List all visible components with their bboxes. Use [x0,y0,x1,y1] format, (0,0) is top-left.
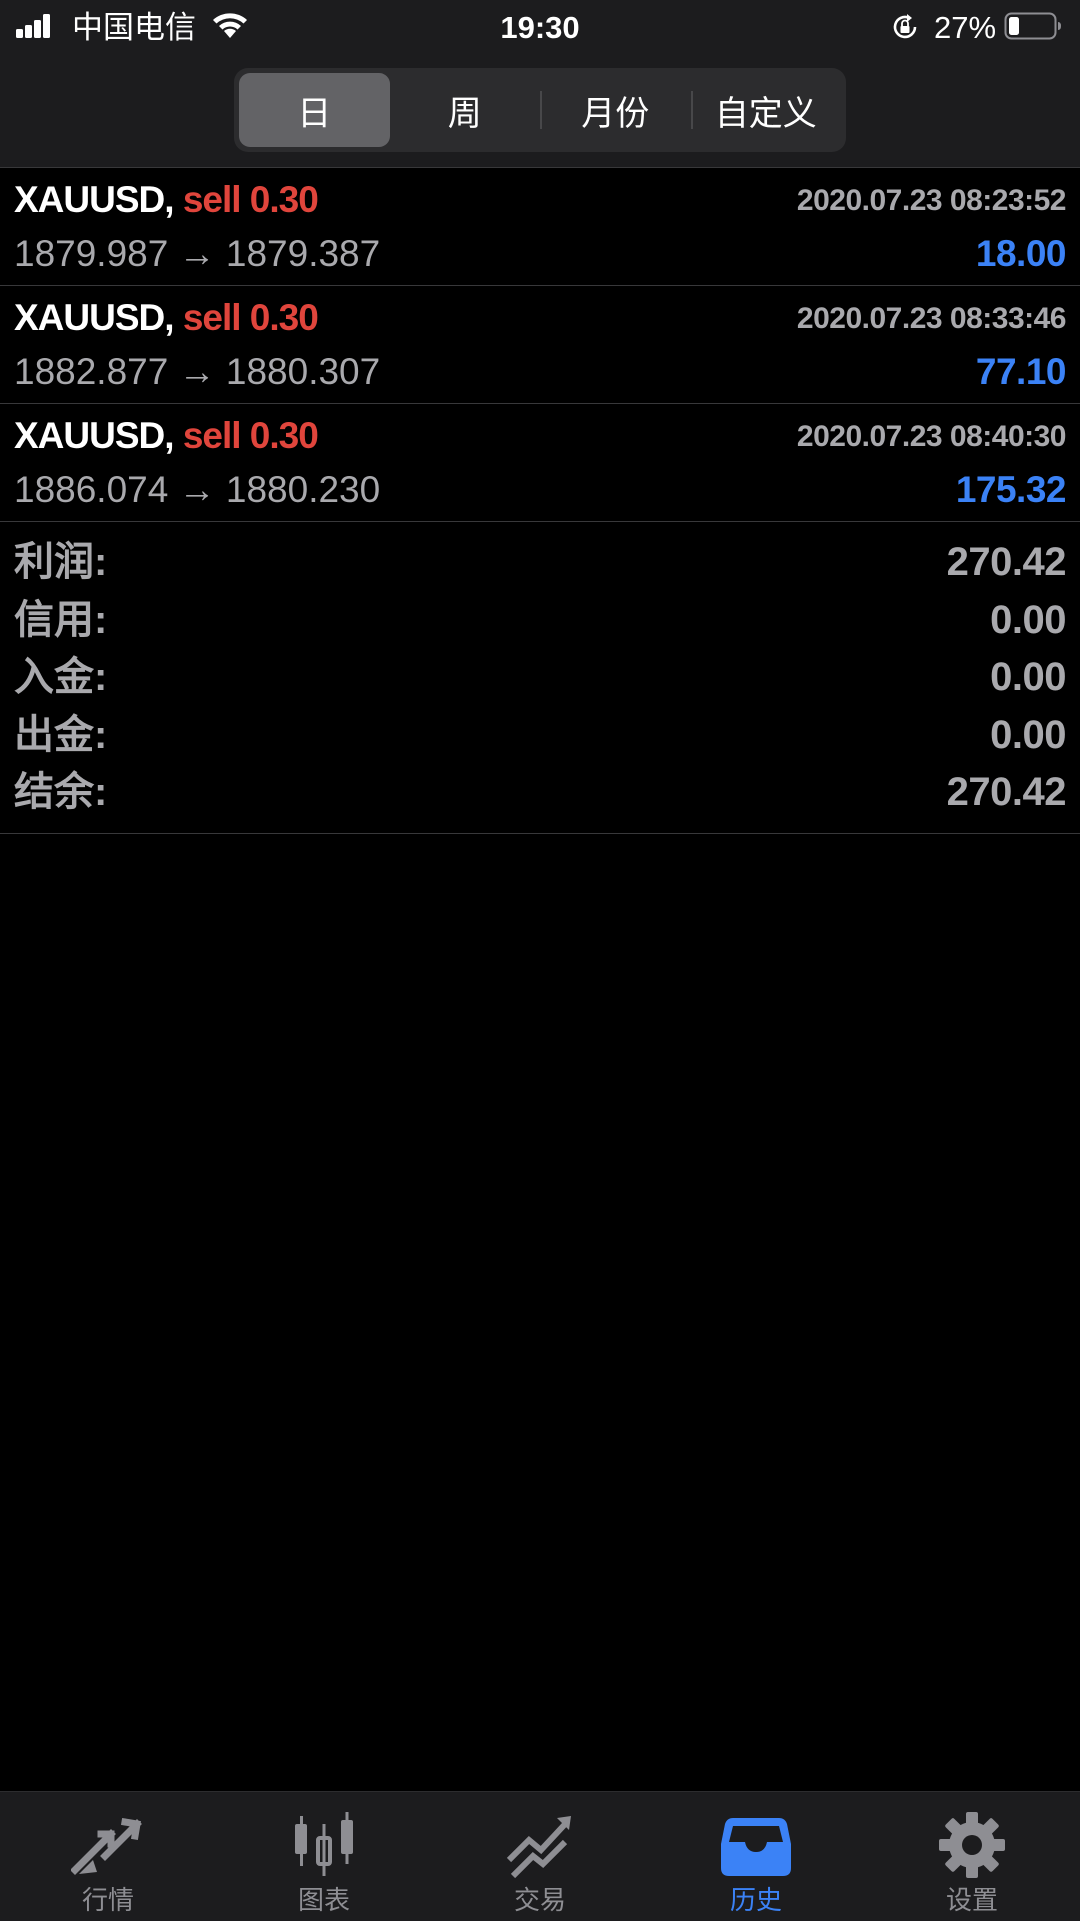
deal-time: 2020.07.23 08:23:52 [796,184,1067,217]
tab-label: 交易 [513,1885,566,1915]
summary-section: 利润: 270.42 信用: 0.00 入金: 0.00 出金: 0.00 结余… [0,521,1080,834]
tab-history[interactable]: 历史 [648,1792,864,1921]
deal-prices: 1886.074 → 1880.230 [14,469,381,510]
deal-side: sell 0.30 [182,415,319,456]
summary-value: 270.42 [946,770,1067,814]
summary-row-profit: 利润: 270.42 [0,533,1080,591]
deal-row[interactable]: XAUUSD, sell 0.30 2020.07.23 08:33:46 18… [0,286,1080,404]
deal-profit: 175.32 [955,469,1067,510]
deal-symbol-text: XAUUSD, [14,179,175,220]
period-tab-week[interactable]: 周 [390,73,541,147]
summary-label: 出金: [14,712,108,757]
rotation-lock-icon [893,14,917,39]
deal-time: 2020.07.23 08:40:30 [796,420,1067,453]
tab-bar: 行情 图表 交易 历史 设置 [0,1791,1080,1921]
summary-value: 0.00 [990,655,1066,699]
deal-profit: 18.00 [975,233,1067,274]
period-tab-day[interactable]: 日 [239,73,390,147]
tab-settings[interactable]: 设置 [864,1792,1080,1921]
chart-icon [295,1812,353,1876]
battery-percentage: 27% [934,10,997,45]
tab-trade[interactable]: 交易 [432,1792,648,1921]
summary-value: 0.00 [990,712,1066,757]
summary-row-balance: 结余: 270.42 [0,763,1080,821]
deal-row[interactable]: XAUUSD, sell 0.30 2020.07.23 08:23:52 18… [0,168,1080,286]
tab-chart[interactable]: 图表 [216,1792,432,1921]
tab-quotes[interactable]: 行情 [0,1792,216,1921]
period-header: 日 周 月份 自定义 [0,56,1080,167]
trade-icon [506,1816,571,1879]
deal-symbol: XAUUSD, sell 0.30 [14,178,319,222]
deal-symbol: XAUUSD, sell 0.30 [14,414,319,458]
deal-profit: 77.10 [975,351,1067,392]
summary-value: 270.42 [946,540,1067,584]
deal-symbol-text: XAUUSD, [14,297,175,338]
deal-symbol-text: XAUUSD, [14,415,175,456]
summary-row-deposit: 入金: 0.00 [0,648,1080,706]
deal-symbol: XAUUSD, sell 0.30 [14,296,319,340]
summary-row-credit: 信用: 0.00 [0,591,1080,649]
tab-label: 图表 [297,1885,350,1915]
deal-prices: 1882.877 → 1880.307 [14,351,381,392]
gear-icon [939,1812,1005,1878]
battery-icon [1004,12,1061,40]
history-icon [721,1818,791,1876]
period-segmented-control: 日 周 月份 自定义 [234,68,846,152]
period-tab-month[interactable]: 月份 [540,73,691,147]
deal-list: XAUUSD, sell 0.30 2020.07.23 08:23:52 18… [0,167,1080,522]
deal-side: sell 0.30 [182,179,319,220]
deal-side: sell 0.30 [182,297,319,338]
tab-label: 设置 [945,1885,998,1915]
period-tab-custom[interactable]: 自定义 [690,73,842,147]
tab-label: 行情 [81,1885,134,1915]
summary-value: 0.00 [990,597,1066,642]
summary-label: 入金: [14,655,108,699]
summary-row-withdrawal: 出金: 0.00 [0,706,1080,764]
status-bar: 中国电信 19:30 27% [0,0,1080,56]
tab-label: 历史 [729,1885,782,1915]
summary-label: 信用: [14,597,108,642]
summary-label: 结余: [14,770,108,814]
quotes-icon [71,1817,142,1875]
deal-prices: 1879.987 → 1879.387 [14,233,381,274]
deal-row[interactable]: XAUUSD, sell 0.30 2020.07.23 08:40:30 18… [0,404,1080,522]
summary-label: 利润: [14,540,108,584]
deal-time: 2020.07.23 08:33:46 [796,302,1067,335]
